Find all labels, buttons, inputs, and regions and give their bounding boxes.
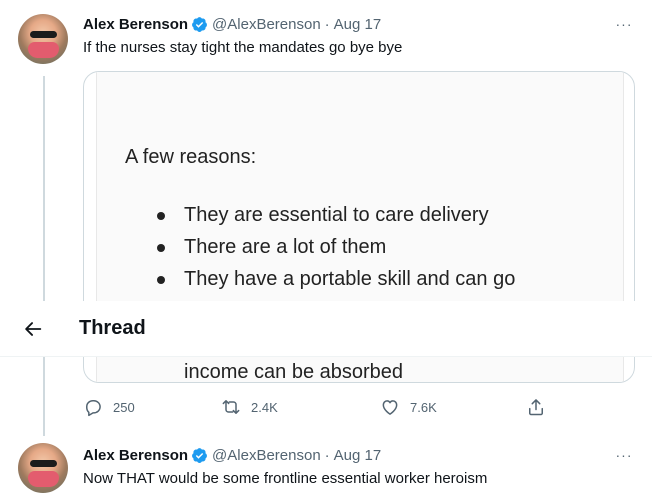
avatar-sunglasses [30,460,57,467]
arrow-left-icon[interactable] [22,318,44,340]
reply-count: 250 [113,399,135,415]
thread-connector-line [43,76,45,436]
reply-icon [86,400,101,417]
thread-header-bar: Thread [0,301,652,357]
more-options-icon[interactable]: ··· [614,16,634,32]
tweet-header: Alex Berenson @AlexBerenson · Aug 17 [83,14,381,34]
tweet-header: Alex Berenson @AlexBerenson · Aug 17 [83,445,381,465]
share-icon [529,399,543,416]
retweet-button[interactable]: 2.4K [221,397,278,417]
like-button[interactable]: 7.6K [380,397,437,417]
separator-dot: · [324,446,330,464]
avatar-mask [28,42,59,58]
verified-badge-icon [192,447,207,463]
tweet-text: If the nurses stay tight the mandates go… [83,39,403,56]
author-name[interactable]: Alex Berenson [83,447,188,464]
tweet-text: Now THAT would be some frontline essenti… [83,470,488,487]
avatar[interactable] [18,14,68,64]
avatar[interactable] [18,443,68,493]
retweet-count: 2.4K [251,399,278,415]
like-count: 7.6K [410,399,437,415]
avatar-mask [28,471,59,487]
bullet-item: They are essential to care delivery [157,199,515,231]
bullet-item: There are a lot of them [157,231,515,263]
tweet-date[interactable]: Aug 17 [334,16,382,33]
verified-badge-icon [192,16,207,32]
author-handle[interactable]: @AlexBerenson [212,447,321,464]
bullet-item: They have a portable skill and can go [157,263,515,295]
tweet-date[interactable]: Aug 17 [334,447,382,464]
screenshot-tail-text: income can be absorbed [184,361,404,383]
author-handle[interactable]: @AlexBerenson [212,16,321,33]
screenshot-bullet-list: They are essential to care delivery Ther… [157,199,515,295]
retweet-icon [222,400,240,414]
avatar-sunglasses [30,31,57,38]
separator-dot: · [324,15,330,33]
heart-icon [382,400,398,415]
screenshot-heading: A few reasons: [125,146,257,168]
reply-button[interactable]: 250 [83,397,135,417]
tweet-actions: 250 2.4K 7.6K [83,397,553,421]
more-options-icon[interactable]: ··· [614,447,634,463]
page-title: Thread [79,317,146,339]
author-name[interactable]: Alex Berenson [83,16,188,33]
share-button[interactable] [526,397,556,417]
